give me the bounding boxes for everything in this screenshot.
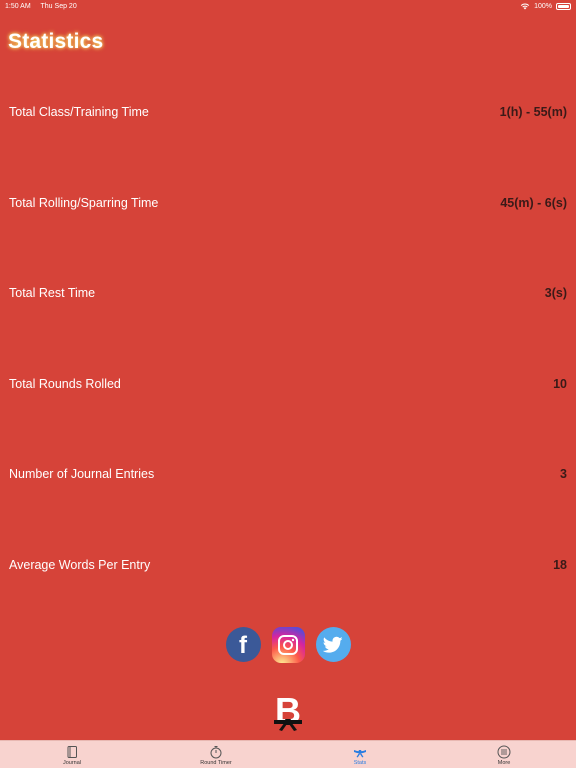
status-bar: 1:50 AM Thu Sep 20 100%	[0, 0, 576, 12]
status-date: Thu Sep 20	[40, 2, 77, 10]
app-logo: B	[272, 690, 304, 732]
stat-row-average-words: Average Words Per Entry 18	[0, 553, 576, 577]
instagram-icon	[278, 635, 298, 655]
status-time: 1:50 AM	[5, 2, 31, 10]
belt-logo-icon: B	[274, 690, 302, 731]
stat-label: Total Rounds Rolled	[9, 377, 121, 391]
stat-row-class-time: Total Class/Training Time 1(h) - 55(m)	[0, 100, 576, 124]
tab-label: Round Timer	[200, 760, 232, 766]
status-right: 100%	[520, 2, 571, 10]
twitter-bird-icon	[323, 636, 343, 653]
tab-label: Stats	[353, 760, 367, 766]
stat-value: 45(m) - 6(s)	[500, 196, 567, 210]
stat-row-journal-entries: Number of Journal Entries 3	[0, 462, 576, 486]
social-links: f	[0, 627, 576, 665]
menu-circle-icon	[497, 745, 511, 759]
tab-journal[interactable]: Journal	[0, 741, 144, 768]
stat-value: 1(h) - 55(m)	[499, 105, 567, 119]
tab-more[interactable]: More	[432, 741, 576, 768]
battery-percent: 100%	[534, 2, 552, 10]
wifi-icon	[520, 3, 530, 10]
battery-icon	[556, 2, 571, 10]
stat-row-rest-time: Total Rest Time 3(s)	[0, 281, 576, 305]
page-title: Statistics	[8, 30, 104, 53]
notebook-icon	[67, 746, 77, 758]
stat-value: 3(s)	[544, 286, 567, 300]
stopwatch-icon	[210, 746, 222, 759]
stat-label: Number of Journal Entries	[9, 467, 155, 481]
stat-value: 3	[560, 467, 567, 481]
tab-round-timer[interactable]: Round Timer	[144, 741, 288, 768]
twitter-button[interactable]	[315, 627, 351, 662]
stat-row-rounds: Total Rounds Rolled 10	[0, 372, 576, 396]
facebook-icon: f	[239, 631, 247, 659]
stat-value: 18	[553, 558, 567, 572]
tab-stats[interactable]: Stats	[288, 741, 432, 768]
stat-value: 10	[553, 377, 567, 391]
facebook-button[interactable]: f	[225, 627, 261, 662]
stat-label: Total Rolling/Sparring Time	[9, 196, 159, 210]
belt-icon	[354, 750, 366, 758]
instagram-button[interactable]	[271, 627, 305, 663]
tab-label: Journal	[62, 760, 82, 766]
stat-label: Average Words Per Entry	[9, 558, 151, 572]
status-left: 1:50 AM Thu Sep 20	[5, 3, 85, 10]
stat-row-rolling-time: Total Rolling/Sparring Time 45(m) - 6(s)	[0, 191, 576, 215]
stat-label: Total Rest Time	[9, 286, 96, 300]
stat-label: Total Class/Training Time	[9, 105, 149, 119]
tab-bar: Journal Round Timer Stats More	[0, 740, 576, 768]
tab-label: More	[497, 760, 511, 766]
